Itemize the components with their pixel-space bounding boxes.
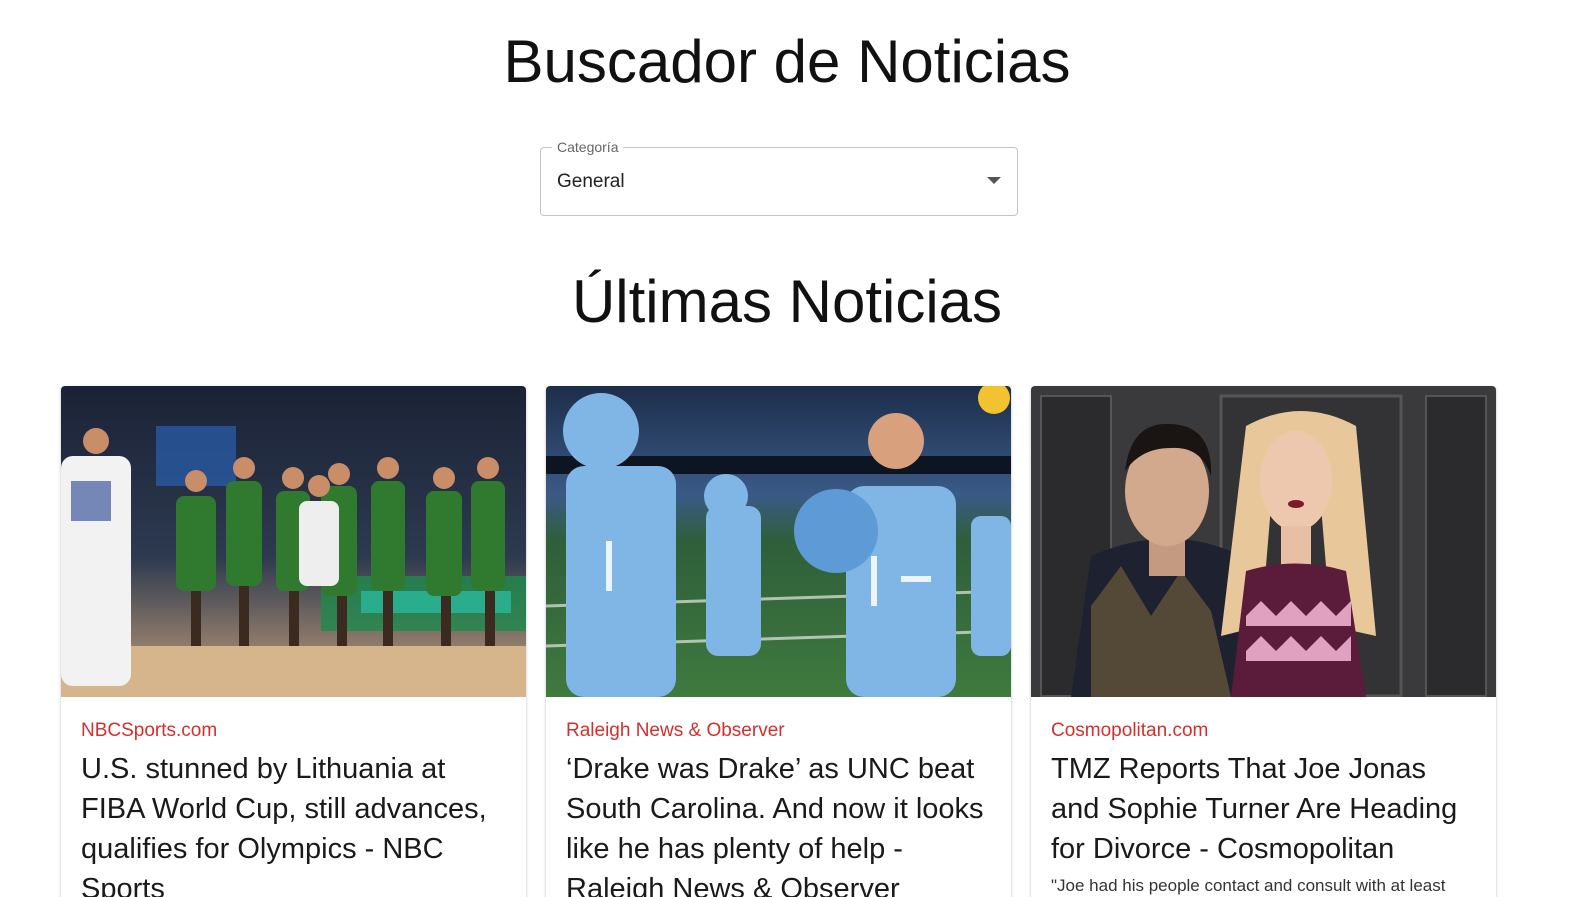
article-source: Cosmopolitan.com [1051,720,1209,741]
article-description: "Joe had his people contact and consult … [1051,876,1446,895]
couple-red-carpet-photo[interactable] [1031,386,1496,697]
card-body: NBCSports.com U.S. stunned by Lithuania … [61,697,526,897]
chevron-down-icon[interactable] [987,177,1001,184]
section-title: Últimas Noticias [571,268,1003,335]
article-title[interactable]: TMZ Reports That Joe Jonas and Sophie Tu… [1051,749,1476,869]
article-title[interactable]: U.S. stunned by Lithuania at FIBA World … [81,749,506,897]
card-body: Raleigh News & Observer ‘Drake was Drake… [546,697,1011,897]
news-card[interactable]: Cosmopolitan.com TMZ Reports That Joe Jo… [1031,386,1496,897]
page-title: Buscador de Noticias [503,28,1071,95]
news-card[interactable]: NBCSports.com U.S. stunned by Lithuania … [61,386,526,897]
news-card[interactable]: Raleigh News & Observer ‘Drake was Drake… [546,386,1011,897]
card-body: Cosmopolitan.com TMZ Reports That Joe Jo… [1031,697,1496,897]
page: Buscador de Noticias Categoría General Ú… [0,0,1574,897]
basketball-team-photo[interactable] [61,386,526,697]
category-select-value: General [557,171,625,192]
category-select[interactable]: Categoría General [540,138,1018,216]
article-title[interactable]: ‘Drake was Drake’ as UNC beat South Caro… [566,749,991,897]
football-players-photo[interactable] [546,386,1011,697]
category-select-label: Categoría [552,138,624,156]
article-source: NBCSports.com [81,720,218,741]
article-source: Raleigh News & Observer [566,720,785,741]
